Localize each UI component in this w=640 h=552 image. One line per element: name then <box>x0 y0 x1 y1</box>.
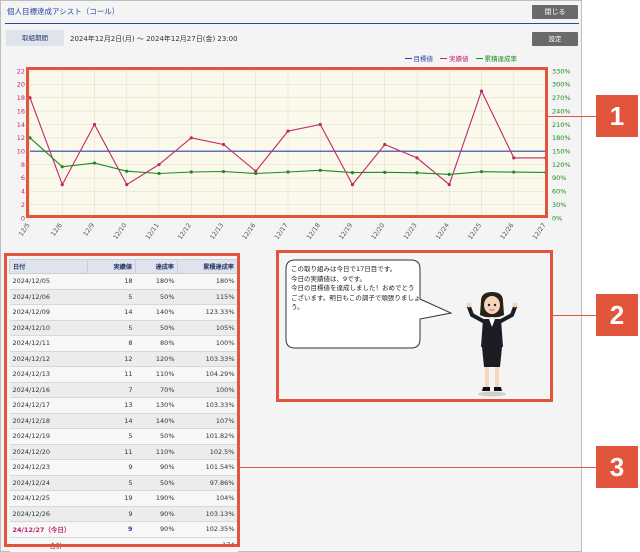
y-left-tick-label: 18 <box>17 94 25 102</box>
legend-actual-swatch <box>440 57 447 59</box>
y-right-tick-label: 330% <box>552 67 571 75</box>
y-right-tick-label: 90% <box>552 174 566 182</box>
y-left-tick-label: 0 <box>21 214 25 222</box>
callout-badge-1: 1 <box>596 95 638 137</box>
callout-leader-line <box>548 116 596 117</box>
y-right-tick-label: 30% <box>552 201 566 209</box>
y-right-tick-label: 0% <box>552 214 562 222</box>
x-tick-label: 12/20 <box>370 222 386 241</box>
x-tick-label: 12/6 <box>50 222 64 238</box>
settings-button[interactable]: 設定 <box>532 32 578 46</box>
period-value: 2024年12月2日(月) ～ 2024年12月27日(金) 23:00 <box>70 35 238 43</box>
y-left-tick-label: 20 <box>17 81 25 89</box>
x-tick-label: 12/5 <box>18 222 32 238</box>
y-left-tick-label: 12 <box>17 134 25 142</box>
y-right-tick-label: 60% <box>552 188 566 196</box>
callout-frame-message <box>276 250 553 402</box>
x-tick-label: 12/19 <box>338 222 354 241</box>
y-right-tick-label: 270% <box>552 94 571 102</box>
x-tick-label: 12/11 <box>144 222 160 241</box>
y-right-tick-label: 120% <box>552 161 571 169</box>
x-tick-label: 12/17 <box>273 222 289 241</box>
y-right-tick-label: 240% <box>552 107 571 115</box>
callout-badge-2: 2 <box>596 294 638 336</box>
callout-frame-chart <box>26 67 548 218</box>
x-tick-label: 12/25 <box>467 222 483 241</box>
y-right-tick-label: 150% <box>552 147 571 155</box>
header-divider <box>5 23 579 24</box>
app-title: 個人目標達成アシスト（コール） <box>7 7 120 16</box>
y-left-tick-label: 4 <box>21 188 25 196</box>
x-tick-label: 12/10 <box>112 222 128 241</box>
x-tick-label: 12/23 <box>402 222 418 241</box>
y-left-tick-label: 14 <box>17 121 25 129</box>
callout-leader-line <box>553 315 596 316</box>
y-right-tick-label: 300% <box>552 81 571 89</box>
y-left-tick-label: 16 <box>17 107 25 115</box>
callout-badge-3: 3 <box>596 446 638 488</box>
y-left-tick-label: 6 <box>21 174 25 182</box>
y-left-tick-label: 8 <box>21 161 25 169</box>
callout-leader-line <box>240 467 596 468</box>
legend-cumulative-swatch <box>475 57 483 59</box>
y-right-tick-label: 180% <box>552 134 571 142</box>
x-tick-label: 12/12 <box>177 222 193 241</box>
x-tick-label: 12/16 <box>241 222 257 241</box>
close-button[interactable]: 閉じる <box>532 5 578 19</box>
y-left-tick-label: 22 <box>17 67 25 75</box>
y-left-tick-label: 2 <box>21 201 25 209</box>
x-tick-label: 12/24 <box>435 222 451 241</box>
legend-target-swatch <box>404 57 412 59</box>
x-tick-label: 12/18 <box>306 222 322 241</box>
x-tick-label: 12/13 <box>209 222 225 241</box>
x-tick-label: 12/27 <box>531 222 547 241</box>
period-label: 取組期間 <box>6 30 64 46</box>
x-tick-label: 12/26 <box>499 222 515 241</box>
y-right-tick-label: 210% <box>552 121 571 129</box>
x-tick-label: 12/9 <box>82 222 96 238</box>
callout-frame-table <box>4 253 240 547</box>
y-left-tick-label: 10 <box>17 147 25 155</box>
